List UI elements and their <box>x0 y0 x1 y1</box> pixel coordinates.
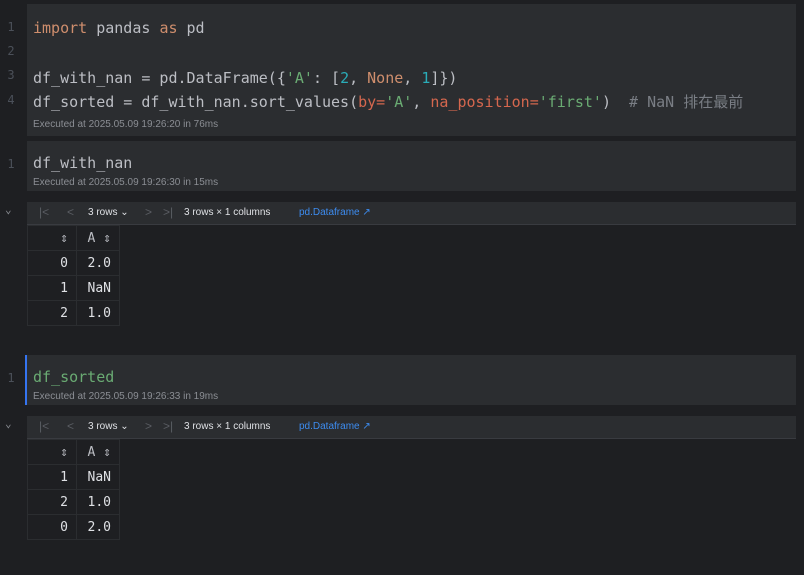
line-number: 3 <box>7 68 15 82</box>
code-line-1[interactable]: df_with_nan <box>33 151 132 175</box>
code-editor[interactable]: df_with_nan Executed at 2025.05.09 19:26… <box>27 141 796 191</box>
prev-page-icon[interactable]: < <box>67 419 74 433</box>
code-cell-2[interactable]: 1 df_with_nan Executed at 2025.05.09 19:… <box>0 141 800 337</box>
index-header[interactable]: ⇕ <box>27 439 77 465</box>
table-cell[interactable]: 2.0 <box>76 250 120 276</box>
execution-info: Executed at 2025.05.09 19:26:20 in 76ms <box>33 119 219 130</box>
rows-select[interactable]: 3 rows ⌄ <box>88 207 129 218</box>
code-cell-3[interactable]: 1 df_sorted Executed at 2025.05.09 19:26… <box>0 355 800 555</box>
execution-info: Executed at 2025.05.09 19:26:30 in 15ms <box>33 177 219 188</box>
row-index: 1 <box>27 275 77 301</box>
table-row: 2 1.0 <box>27 489 120 515</box>
last-page-icon[interactable]: >| <box>163 205 173 219</box>
row-index: 2 <box>27 489 77 515</box>
code-editor[interactable]: df_sorted Executed at 2025.05.09 19:26:3… <box>27 355 796 405</box>
number-literal: 2 <box>340 69 350 87</box>
code-comment: # NaN 排在最前 <box>629 93 744 111</box>
table-cell[interactable]: NaN <box>76 275 120 301</box>
table-cell[interactable]: NaN <box>76 464 120 490</box>
code-line-3[interactable]: df_with_nan = pd.DataFrame({'A': [2, Non… <box>33 66 457 90</box>
code-text: df_sorted = df_with_nan.sort_values( <box>33 93 359 111</box>
code-text: , <box>349 69 368 87</box>
line-number: 1 <box>7 20 15 34</box>
line-number: 1 <box>7 157 15 171</box>
string-literal: 'A' <box>385 93 413 111</box>
keyword: import <box>33 19 88 37</box>
first-page-icon[interactable]: |< <box>39 419 49 433</box>
param-name: by= <box>358 93 386 111</box>
dataframe-table: ⇕ A ⇕ 0 2.0 1 NaN 2 1.0 <box>27 225 120 326</box>
row-index: 0 <box>27 514 77 540</box>
output-toolbar: |< < 3 rows ⌄ > >| 3 rows × 1 columns pd… <box>27 416 796 439</box>
table-row: 0 2.0 <box>27 514 120 540</box>
identifier: pd <box>177 19 205 37</box>
code-cell-1[interactable]: 1 2 3 4 import pandas as pd df_with_nan … <box>0 4 800 136</box>
keyword: None <box>367 69 404 87</box>
table-row: 1 NaN <box>27 464 120 490</box>
rows-select[interactable]: 3 rows ⌄ <box>88 421 129 432</box>
code-line-1[interactable]: df_sorted <box>33 365 114 389</box>
code-text: , <box>403 69 422 87</box>
param-name: na_position= <box>430 93 539 111</box>
code-text: ]}) <box>430 69 458 87</box>
output-toolbar: |< < 3 rows ⌄ > >| 3 rows × 1 columns pd… <box>27 202 796 225</box>
keyword: as <box>159 19 178 37</box>
next-page-icon[interactable]: > <box>145 205 152 219</box>
table-row: 0 2.0 <box>27 250 120 276</box>
prev-page-icon[interactable]: < <box>67 205 74 219</box>
dataframe-link[interactable]: pd.Dataframe ↗ <box>299 207 371 218</box>
table-cell[interactable]: 1.0 <box>76 489 120 515</box>
string-literal: 'A' <box>285 69 313 87</box>
code-line-1[interactable]: import pandas as pd <box>33 16 205 40</box>
index-header[interactable]: ⇕ <box>27 225 77 251</box>
first-page-icon[interactable]: |< <box>39 205 49 219</box>
table-row: 1 NaN <box>27 275 120 301</box>
column-header-A[interactable]: A ⇕ <box>76 225 120 251</box>
collapse-output-icon[interactable]: ⌄ <box>5 203 12 216</box>
dataframe-table: ⇕ A ⇕ 1 NaN 2 1.0 0 2.0 <box>27 439 120 540</box>
line-number: 4 <box>7 93 15 107</box>
code-line-4[interactable]: df_sorted = df_with_nan.sort_values(by='… <box>33 90 743 114</box>
notebook-editor: 1 2 3 4 import pandas as pd df_with_nan … <box>0 0 804 575</box>
line-number: 1 <box>7 371 15 385</box>
identifier: pandas <box>87 19 160 37</box>
execution-info: Executed at 2025.05.09 19:26:33 in 19ms <box>33 391 219 402</box>
table-cell[interactable]: 2.0 <box>76 514 120 540</box>
code-text: ) <box>601 93 630 111</box>
column-header-A[interactable]: A ⇕ <box>76 439 120 465</box>
row-index: 1 <box>27 464 77 490</box>
code-text: df_with_nan = pd.DataFrame({ <box>33 69 286 87</box>
next-page-icon[interactable]: > <box>145 419 152 433</box>
table-header-row: ⇕ A ⇕ <box>27 439 120 465</box>
code-editor[interactable]: import pandas as pd df_with_nan = pd.Dat… <box>27 4 796 136</box>
line-number: 2 <box>7 44 15 58</box>
table-row: 2 1.0 <box>27 300 120 326</box>
last-page-icon[interactable]: >| <box>163 419 173 433</box>
dataframe-link[interactable]: pd.Dataframe ↗ <box>299 421 371 432</box>
code-text: , <box>412 93 431 111</box>
table-summary: 3 rows × 1 columns <box>184 207 271 218</box>
row-index: 0 <box>27 250 77 276</box>
table-summary: 3 rows × 1 columns <box>184 421 271 432</box>
code-text: : [ <box>312 69 341 87</box>
row-index: 2 <box>27 300 77 326</box>
string-literal: 'first' <box>538 93 602 111</box>
code-text: df_sorted <box>33 368 115 386</box>
table-cell[interactable]: 1.0 <box>76 300 120 326</box>
table-header-row: ⇕ A ⇕ <box>27 225 120 251</box>
collapse-output-icon[interactable]: ⌄ <box>5 417 12 430</box>
